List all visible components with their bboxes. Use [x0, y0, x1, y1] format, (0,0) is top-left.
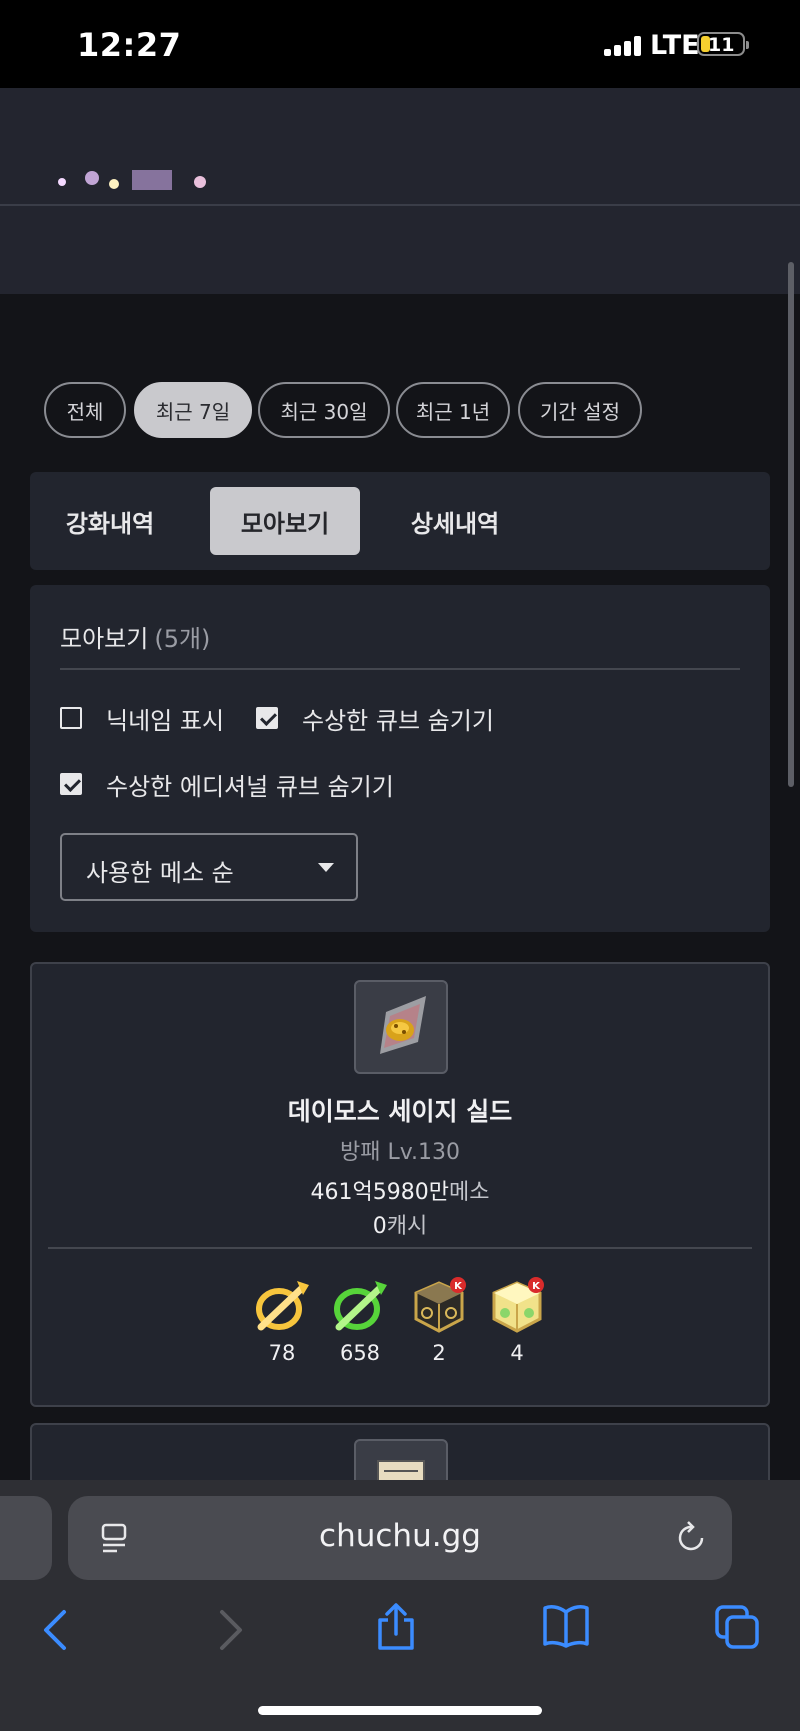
- battery-icon: 11: [697, 32, 749, 56]
- cube-count: 4: [510, 1341, 524, 1365]
- sort-select[interactable]: 사용한 메소 순: [60, 833, 358, 901]
- show-nickname-checkbox[interactable]: 닉네임 표시: [60, 701, 224, 735]
- cube-count: 658: [339, 1341, 381, 1365]
- url-text: chuchu.gg: [319, 1518, 481, 1554]
- panel-title-text: 모아보기: [60, 625, 149, 653]
- caret-down-icon: [318, 863, 334, 872]
- summary-panel: 모아보기 (5개) 닉네임 표시 수상한 큐브 숨기기 수상한 에디셔널 큐브 숨…: [30, 585, 770, 932]
- filter-7days[interactable]: 최근 7일: [134, 382, 252, 438]
- sort-select-value: 사용한 메소 순: [86, 859, 234, 887]
- cube-usage-item: K 4: [482, 1277, 552, 1365]
- battery-level: 11: [708, 34, 735, 56]
- svg-text:K: K: [454, 1281, 463, 1292]
- panel-item-count: (5개): [154, 625, 211, 653]
- hide-suspicious-additional-cube-checkbox[interactable]: 수상한 에디셔널 큐브 숨기기: [60, 767, 394, 801]
- svg-text:K: K: [532, 1281, 541, 1292]
- previous-tab-preview[interactable]: [0, 1496, 52, 1580]
- green-hammer-icon: [334, 1281, 387, 1331]
- cash-value: 0: [372, 1214, 387, 1239]
- character-sparkle-image: [58, 170, 206, 190]
- checkbox-checked-icon[interactable]: [60, 773, 82, 795]
- tab-detail-history[interactable]: 상세내역: [395, 487, 515, 555]
- black-cube-icon: K: [414, 1277, 466, 1333]
- checkbox-checked-icon[interactable]: [256, 707, 278, 729]
- hide-suspicious-cube-checkbox[interactable]: 수상한 큐브 숨기기: [256, 701, 494, 735]
- cube-usage-item: 78: [247, 1277, 317, 1365]
- reload-icon[interactable]: [676, 1520, 708, 1554]
- cube-usage-item: K 2: [404, 1277, 474, 1365]
- filter-1year[interactable]: 최근 1년: [396, 382, 510, 438]
- home-indicator[interactable]: [258, 1706, 542, 1715]
- panel-title: 모아보기 (5개): [60, 619, 210, 654]
- cash-unit: 캐시: [386, 1214, 428, 1239]
- profile-subbar: [0, 204, 800, 294]
- item-image: [354, 980, 448, 1074]
- additional-cube-icon: K: [492, 1277, 544, 1333]
- address-bar[interactable]: chuchu.gg: [68, 1496, 732, 1580]
- signal-icon: [604, 36, 644, 56]
- shield-item-icon: [380, 996, 426, 1054]
- filter-30days[interactable]: 최근 30일: [258, 382, 390, 438]
- meso-value: 461억5980만: [310, 1180, 449, 1205]
- checkbox-label: 수상한 에디셔널 큐브 숨기기: [106, 772, 394, 801]
- browser-toolbar: chuchu.gg: [0, 1480, 800, 1731]
- bookmarks-icon[interactable]: [542, 1604, 590, 1648]
- checkbox-unchecked-icon[interactable]: [60, 707, 82, 729]
- cube-count: 78: [268, 1341, 296, 1365]
- filter-custom-range[interactable]: 기간 설정: [518, 382, 642, 438]
- checkbox-label: 수상한 큐브 숨기기: [302, 706, 494, 735]
- checkbox-label: 닉네임 표시: [106, 706, 225, 735]
- network-type: LTE: [650, 30, 700, 61]
- view-tabs: 강화내역 모아보기 상세내역: [30, 472, 770, 570]
- item-card[interactable]: 데이모스 세이지 실드 방패 Lv.130 461억5980만메소 0캐시 78…: [30, 962, 770, 1407]
- meso-unit: 메소: [448, 1180, 490, 1205]
- gold-hammer-icon: [256, 1281, 309, 1331]
- forward-icon[interactable]: [212, 1608, 248, 1652]
- page-scrollbar[interactable]: [788, 262, 794, 787]
- status-bar: 12:27 LTE 11: [0, 0, 800, 88]
- tab-enhance-history[interactable]: 강화내역: [50, 487, 170, 555]
- item-type: 방패 Lv.130: [339, 1140, 461, 1165]
- cube-usage-item: 658: [325, 1277, 395, 1365]
- item-cash-spent: 0캐시: [32, 1208, 768, 1240]
- tab-summary[interactable]: 모아보기: [210, 487, 360, 555]
- status-time: 12:27: [77, 26, 182, 64]
- cube-count: 2: [432, 1341, 446, 1365]
- profile-banner: [0, 88, 800, 204]
- item-name: 데이모스 세이지 실드: [287, 1097, 513, 1126]
- back-icon[interactable]: [38, 1608, 74, 1652]
- tabs-icon[interactable]: [714, 1604, 760, 1650]
- share-icon[interactable]: [374, 1602, 418, 1652]
- item-meso-spent: 461억5980만메소: [32, 1174, 768, 1206]
- divider: [60, 668, 740, 670]
- divider: [48, 1247, 752, 1249]
- filter-all[interactable]: 전체: [44, 382, 126, 438]
